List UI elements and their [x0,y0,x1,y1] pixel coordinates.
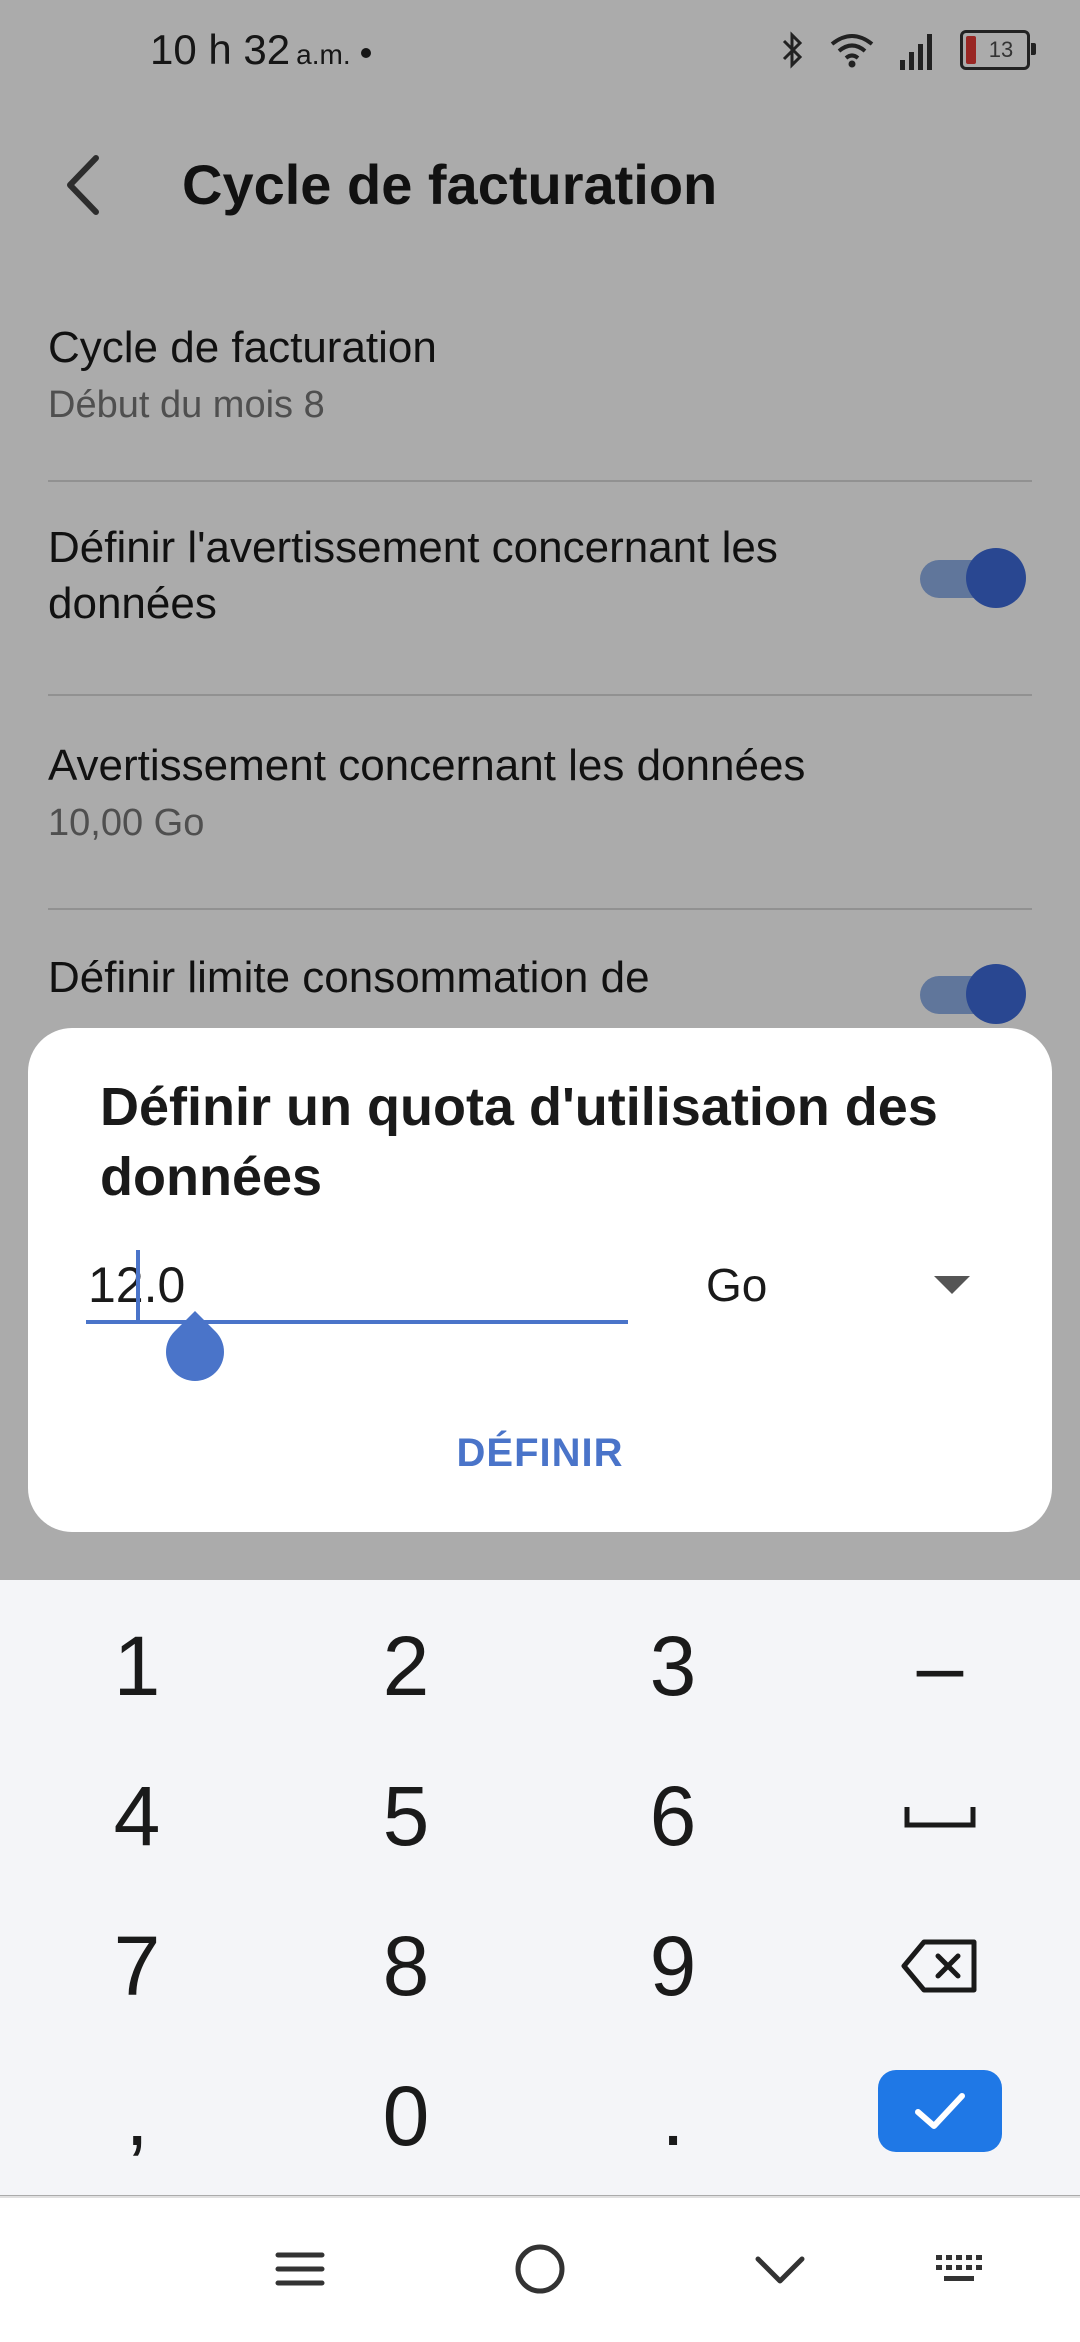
key-4[interactable]: 4 [42,1746,232,1886]
key-1[interactable]: 1 [42,1596,232,1736]
numeric-keyboard: 1 2 3 – 4 5 6 7 8 9 , 0 . [0,1580,1080,2195]
key-6[interactable]: 6 [578,1746,768,1886]
define-button[interactable]: DÉFINIR [440,1418,640,1488]
key-backspace[interactable] [845,1896,1035,2036]
key-period[interactable]: . [578,2046,768,2186]
confirm-key[interactable] [878,2070,1002,2152]
quota-dialog: Définir un quota d'utilisation des donné… [28,1028,1052,1532]
key-7[interactable]: 7 [42,1896,232,2036]
key-comma[interactable]: , [42,2046,232,2186]
space-icon [904,1807,976,1828]
key-3[interactable]: 3 [578,1596,768,1736]
home-circle-icon [515,2244,565,2294]
menu-icon [275,2252,325,2286]
system-nav-bar [0,2196,1080,2342]
key-2[interactable]: 2 [311,1596,501,1736]
nav-hide-keyboard-button[interactable] [745,2234,815,2304]
checkmark-icon [915,2093,965,2129]
dialog-title: Définir un quota d'utilisation des donné… [100,1077,938,1207]
unit-value: Go [706,1259,768,1311]
key-minus[interactable]: – [845,1596,1035,1736]
nav-keyboard-switch-button[interactable] [925,2234,995,2304]
nav-menu-button[interactable] [265,2234,335,2304]
nav-home-button[interactable] [505,2234,575,2304]
key-0[interactable]: 0 [311,2046,501,2186]
text-caret [136,1250,140,1324]
dropdown-arrow-icon [934,1276,970,1294]
chevron-down-icon [755,2256,805,2284]
keyboard-icon [936,2255,982,2281]
unit-select[interactable]: Go [706,1250,1006,1320]
quota-input[interactable]: 12.0 [86,1250,628,1324]
key-8[interactable]: 8 [311,1896,501,2036]
key-5[interactable]: 5 [311,1746,501,1886]
key-space[interactable] [845,1746,1035,1886]
backspace-icon [901,1939,977,1993]
key-9[interactable]: 9 [578,1896,768,2036]
battery-level: 13 [988,37,1014,62]
